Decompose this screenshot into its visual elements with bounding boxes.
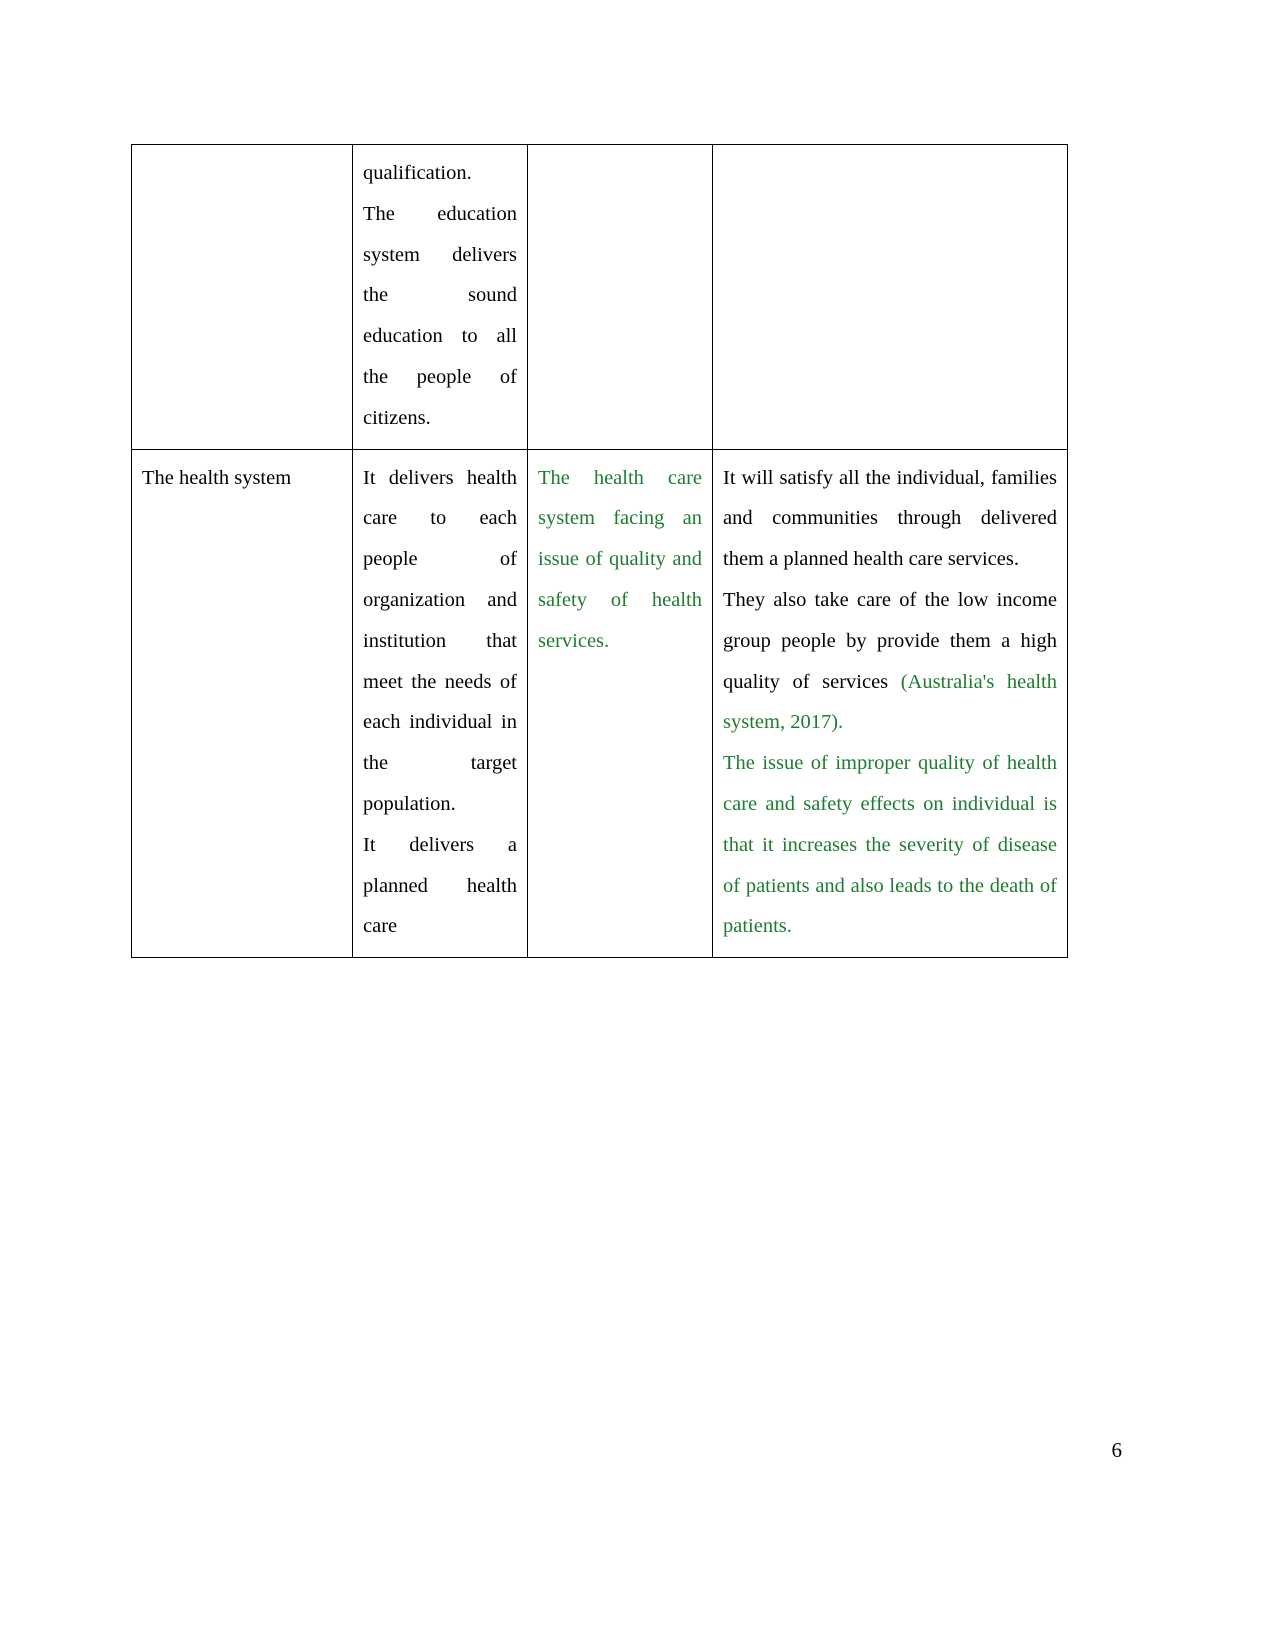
page-number: 6 — [1111, 1438, 1123, 1462]
table-body: qualification. The education system deli… — [131, 144, 1068, 959]
document-page: qualification. The education system deli… — [0, 0, 1275, 1650]
text-run: It will satisfy all the individual, fami… — [723, 466, 1057, 571]
table-cell-topic — [131, 144, 353, 450]
paragraph: qualification. — [363, 162, 472, 184]
table-row: The health system It delivers health car… — [131, 448, 1068, 959]
paragraph: It delivers a planned health care — [363, 833, 517, 938]
paragraph: It will satisfy all the individual, fami… — [723, 458, 1057, 580]
table-cell-issue — [527, 144, 713, 450]
table-cell-outcome — [712, 144, 1068, 450]
text-run: The issue of improper quality of health … — [723, 752, 1057, 938]
topic-label: The health system — [142, 466, 292, 489]
comparison-table: qualification. The education system deli… — [131, 144, 1068, 959]
table-cell-description: qualification. The education system deli… — [352, 144, 528, 450]
paragraph: They also take care of the low income gr… — [723, 580, 1057, 743]
table-cell-issue: The health care system facing an issue o… — [527, 448, 713, 959]
table-cell-description: It delivers health care to each people o… — [352, 448, 528, 959]
paragraph: The health care system facing an issue o… — [538, 466, 702, 652]
table-row: qualification. The education system deli… — [131, 144, 1068, 450]
paragraph: The education system delivers the sound … — [363, 202, 517, 429]
table-cell-topic: The health system — [131, 448, 353, 959]
paragraph: It delivers health care to each people o… — [363, 466, 517, 815]
paragraph: The issue of improper quality of health … — [723, 743, 1057, 947]
table-cell-outcome: It will satisfy all the individual, fami… — [712, 448, 1068, 959]
